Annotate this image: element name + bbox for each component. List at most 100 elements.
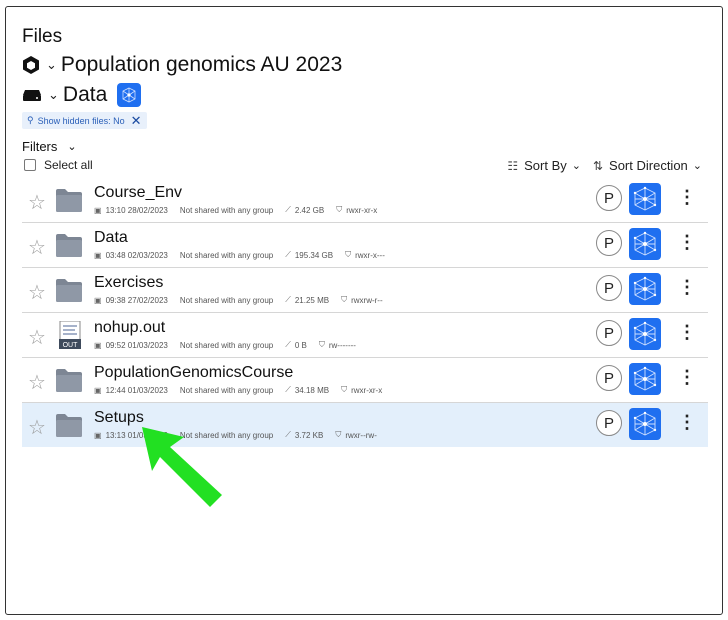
shield-icon: ⛉ (341, 295, 348, 304)
breadcrumb-drive[interactable]: ⌄ Data (22, 83, 142, 107)
avatar-letter: P (603, 324, 614, 342)
avatar[interactable]: P (596, 365, 622, 391)
provider-network-icon (117, 83, 142, 107)
drive-icon (23, 90, 41, 101)
sharing-status: Not shared with any group (179, 250, 274, 260)
shield-icon: ⛉ (336, 205, 343, 214)
star-icon[interactable]: ☆ (28, 190, 46, 215)
file-name[interactable]: Course_Env (94, 184, 182, 202)
page-title: Files (22, 26, 63, 47)
star-icon[interactable]: ☆ (28, 280, 46, 305)
permissions: rw------- (328, 340, 356, 350)
file-size: 195.34 GB (294, 250, 334, 260)
project-hexagon-icon (23, 56, 39, 74)
chip-label: Show hidden files: No (37, 115, 125, 126)
provider-network-icon[interactable] (629, 273, 661, 305)
file-row[interactable]: ☆ Setups ▣ 13:13 01/03/2023 Not shared wi… (22, 403, 708, 447)
file-name[interactable]: nohup.out (94, 319, 165, 337)
star-icon[interactable]: ☆ (28, 370, 46, 395)
more-options-icon[interactable]: ⋮ (677, 187, 697, 208)
ruler-icon: ⟋ (285, 295, 291, 304)
search-icon: ⚲ (27, 115, 34, 125)
calendar-icon: ▣ (94, 205, 102, 215)
folder-icon (55, 187, 83, 213)
select-all-checkbox[interactable] (24, 159, 36, 171)
file-row[interactable]: ☆ PopulationGenomicsCourse ▣ 12:44 01/03/… (22, 358, 708, 403)
select-all[interactable]: Select all (24, 158, 93, 172)
more-options-icon[interactable]: ⋮ (677, 412, 697, 433)
provider-network-icon[interactable] (629, 408, 661, 440)
sort-by-dropdown[interactable]: ☷ Sort By ⌄ (507, 158, 581, 173)
hidden-files-filter-chip[interactable]: ⚲ Show hidden files: No ✕ (22, 112, 147, 129)
sharing-status: Not shared with any group (179, 385, 274, 395)
file-row[interactable]: ☆ OUT nohup.out ▣ 09:52 01/03/2023 Not sh… (22, 313, 708, 358)
file-meta: ▣ 12:44 01/03/2023 Not shared with any gr… (94, 385, 394, 395)
project-name: Population genomics AU 2023 (60, 53, 343, 76)
file-size: 2.42 GB (294, 205, 325, 215)
modified-date: 03:48 02/03/2023 (105, 250, 168, 260)
avatar[interactable]: P (596, 230, 622, 256)
file-name[interactable]: Exercises (94, 274, 163, 292)
sliders-icon: ☷ (507, 158, 519, 173)
file-row[interactable]: ☆ Data ▣ 03:48 02/03/2023 Not shared with… (22, 223, 708, 268)
sort-bar: ☷ Sort By ⌄ ⇅ Sort Direction ⌄ (495, 158, 702, 173)
file-list: ☆ Course_Env ▣ 13:10 28/02/2023 Not share… (22, 178, 708, 447)
file-row[interactable]: ☆ Exercises ▣ 09:38 27/02/2023 Not shared… (22, 268, 708, 313)
file-name[interactable]: PopulationGenomicsCourse (94, 364, 293, 382)
chevron-down-icon: ⌄ (571, 160, 581, 172)
avatar[interactable]: P (596, 185, 622, 211)
avatar[interactable]: P (596, 275, 622, 301)
permissions: rwxr-x--- (355, 250, 385, 260)
star-icon[interactable]: ☆ (28, 235, 46, 260)
file-meta: ▣ 13:10 28/02/2023 Not shared with any gr… (94, 205, 389, 215)
avatar[interactable]: P (596, 320, 622, 346)
calendar-icon: ▣ (94, 385, 102, 395)
modified-date: 09:38 27/02/2023 (105, 295, 168, 305)
star-icon[interactable]: ☆ (28, 415, 46, 440)
breadcrumb-project[interactable]: ⌄ Population genomics AU 2023 (22, 53, 342, 77)
provider-network-icon[interactable] (629, 183, 661, 215)
file-meta: ▣ 09:52 01/03/2023 Not shared with any gr… (94, 340, 368, 350)
permissions: rwxrw-r-- (351, 295, 383, 305)
annotation-arrow-icon (142, 427, 222, 507)
sort-by-label: Sort By (524, 158, 567, 173)
provider-network-icon[interactable] (629, 228, 661, 260)
provider-network-icon[interactable] (629, 318, 661, 350)
folder-icon (55, 232, 83, 258)
modified-date: 13:10 28/02/2023 (105, 205, 168, 215)
file-name[interactable]: Setups (94, 409, 144, 427)
ruler-icon: ⟋ (285, 205, 291, 214)
folder-icon (55, 367, 83, 393)
more-options-icon[interactable]: ⋮ (677, 367, 697, 388)
close-icon[interactable]: ✕ (131, 113, 142, 129)
file-icon: OUT (59, 320, 81, 349)
file-meta: ▣ 13:13 01/03/2023 Not shared with any gr… (94, 430, 389, 440)
filters-toggle[interactable]: Filters ⌄ (22, 139, 77, 154)
drive-name: Data (62, 83, 108, 106)
star-icon[interactable]: ☆ (28, 325, 46, 350)
more-options-icon[interactable]: ⋮ (677, 277, 697, 298)
more-options-icon[interactable]: ⋮ (677, 322, 697, 343)
permissions: rwxr-xr-x (351, 385, 383, 395)
avatar[interactable]: P (596, 410, 622, 436)
calendar-icon: ▣ (94, 430, 102, 440)
chevron-down-icon[interactable]: ⌄ (48, 87, 59, 103)
sharing-status: Not shared with any group (179, 205, 274, 215)
file-size: 21.25 MB (294, 295, 330, 305)
file-row[interactable]: ☆ Course_Env ▣ 13:10 28/02/2023 Not share… (22, 178, 708, 223)
chevron-down-icon[interactable]: ⌄ (46, 57, 57, 73)
sort-direction-dropdown[interactable]: ⇅ Sort Direction ⌄ (593, 158, 702, 173)
file-meta: ▣ 09:38 27/02/2023 Not shared with any gr… (94, 295, 395, 305)
more-options-icon[interactable]: ⋮ (677, 232, 697, 253)
avatar-letter: P (603, 189, 614, 207)
provider-network-icon[interactable] (629, 363, 661, 395)
avatar-letter: P (603, 234, 614, 252)
calendar-icon: ▣ (94, 250, 102, 260)
ruler-icon: ⟋ (285, 385, 291, 394)
sharing-status: Not shared with any group (179, 340, 274, 350)
sort-direction-icon: ⇅ (592, 158, 604, 173)
sort-direction-label: Sort Direction (609, 158, 688, 173)
file-size: 34.18 MB (294, 385, 330, 395)
permissions: rwxr-xr-x (346, 205, 378, 215)
file-name[interactable]: Data (94, 229, 128, 247)
